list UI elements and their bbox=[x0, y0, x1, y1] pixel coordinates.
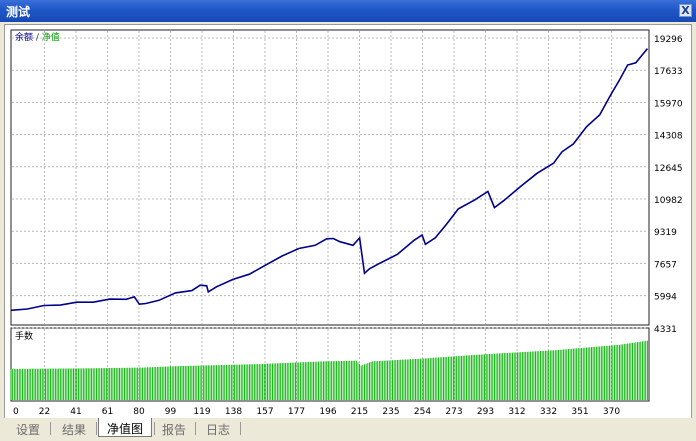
main-plot-area bbox=[10, 29, 650, 326]
tab-separator bbox=[154, 422, 155, 435]
tab-label: 净值图 bbox=[106, 422, 143, 436]
y-tick-label: 5994 bbox=[654, 293, 677, 303]
x-tick-label: 293 bbox=[477, 407, 494, 417]
tab-journal[interactable]: 日志 bbox=[199, 420, 237, 437]
x-tick-label: 215 bbox=[351, 407, 368, 417]
x-tick-label: 273 bbox=[445, 407, 462, 417]
tab-bar: 设置 结果 净值图 报告 日志 bbox=[0, 418, 696, 441]
y-tick-label: 9319 bbox=[654, 228, 677, 238]
tab-results[interactable]: 结果 bbox=[54, 420, 94, 437]
y-tick-label: 10982 bbox=[654, 196, 683, 206]
x-tick-label: 157 bbox=[256, 407, 273, 417]
x-tick-label: 254 bbox=[414, 407, 431, 417]
x-tick-label: 0 bbox=[13, 407, 19, 417]
x-tick-label: 22 bbox=[39, 407, 50, 417]
x-tick-label: 41 bbox=[70, 407, 81, 417]
tab-separator bbox=[96, 422, 97, 435]
close-button[interactable]: X bbox=[679, 4, 692, 17]
y-tick-label: 17633 bbox=[654, 67, 683, 77]
x-tick-label: 80 bbox=[133, 407, 145, 417]
equity-chart: 19296 17633 15970 14308 12645 10982 9319 7657 59… bbox=[10, 29, 683, 417]
tab-settings[interactable]: 设置 bbox=[8, 420, 48, 437]
chart-legend: 余额 / 净值 bbox=[15, 31, 60, 43]
y-tick-label: 19296 bbox=[654, 35, 683, 45]
x-tick-label: 351 bbox=[571, 407, 588, 417]
x-tick-label: 99 bbox=[165, 407, 177, 417]
tab-label: 结果 bbox=[61, 423, 86, 437]
tab-separator bbox=[240, 422, 241, 435]
close-icon: X bbox=[681, 4, 690, 17]
x-tick-label: 119 bbox=[193, 407, 210, 417]
x-tick-label: 332 bbox=[540, 407, 557, 417]
tab-label: 日志 bbox=[205, 423, 230, 437]
tab-label: 设置 bbox=[15, 423, 40, 437]
window-title-bar: 测试 X bbox=[0, 0, 696, 22]
y-tick-label: 12645 bbox=[654, 164, 683, 174]
chart-panel: 19296 17633 15970 14308 12645 10982 9319 7657 59… bbox=[4, 24, 692, 419]
tab-separator bbox=[50, 422, 51, 435]
x-tick-label: 61 bbox=[102, 407, 113, 417]
y-tick-label: 4331 bbox=[654, 325, 677, 335]
tab-label: 报告 bbox=[161, 423, 186, 437]
x-tick-label: 370 bbox=[603, 407, 620, 417]
y-tick-label: 7657 bbox=[654, 260, 677, 270]
x-tick-label: 235 bbox=[382, 407, 399, 417]
x-tick-label: 196 bbox=[319, 407, 336, 417]
x-tick-label: 138 bbox=[225, 407, 242, 417]
y-tick-label: 15970 bbox=[654, 99, 683, 109]
x-tick-label: 177 bbox=[288, 407, 305, 417]
x-tick-label: 312 bbox=[508, 407, 525, 417]
tab-report[interactable]: 报告 bbox=[156, 420, 192, 437]
tab-separator bbox=[195, 422, 196, 435]
volume-label: 手数 bbox=[15, 330, 33, 342]
tab-equity-chart[interactable]: 净值图 bbox=[98, 418, 152, 437]
y-tick-label: 14308 bbox=[654, 132, 683, 142]
window-title: 测试 bbox=[6, 5, 31, 19]
